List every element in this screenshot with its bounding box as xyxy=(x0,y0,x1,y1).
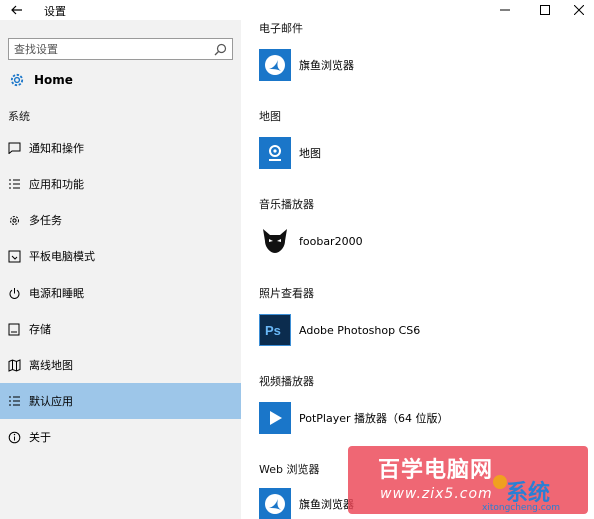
storage-icon xyxy=(7,322,21,336)
info-icon xyxy=(7,430,21,444)
watermark-title: 百学电脑网 xyxy=(378,458,494,483)
list-icon xyxy=(7,177,21,191)
svg-text:Ps: Ps xyxy=(265,323,281,338)
home-link[interactable]: Home xyxy=(8,68,73,92)
minimize-icon xyxy=(500,9,510,11)
search-input[interactable] xyxy=(9,39,209,59)
web-app-picker[interactable]: 旗鱼浏览器 xyxy=(259,488,354,519)
photoshop-icon: Ps xyxy=(259,314,291,346)
maps-app-name: 地图 xyxy=(299,147,321,160)
video-app-picker[interactable]: PotPlayer 播放器（64 位版） xyxy=(259,402,449,434)
sidebar-item-label: 平板电脑模式 xyxy=(29,250,95,263)
search-box[interactable] xyxy=(8,38,233,60)
sidebar: Home 系统 通知和操作 应用和功能 多任务 平板电脑模式 电源和睡眠 存储 … xyxy=(0,20,241,519)
sidebar-item-label: 电源和睡眠 xyxy=(29,287,84,300)
foobar-icon xyxy=(259,225,291,257)
watermark-badge-url: xitongcheng.com xyxy=(482,503,560,513)
category-maps-label: 地图 xyxy=(259,110,281,123)
close-icon xyxy=(574,5,584,15)
close-button[interactable] xyxy=(564,0,594,20)
category-web-label: Web 浏览器 xyxy=(259,463,320,476)
play-icon xyxy=(259,402,291,434)
message-icon xyxy=(7,141,21,155)
back-button[interactable] xyxy=(8,2,26,18)
map-icon xyxy=(7,358,21,372)
window-title: 设置 xyxy=(44,5,66,18)
home-label: Home xyxy=(34,73,73,87)
tablet-icon xyxy=(7,249,21,263)
default-apps-panel: 电子邮件 旗鱼浏览器 地图 地图 音乐播放器 foobar2000 照片查看器 … xyxy=(241,20,594,519)
sidebar-item-apps[interactable]: 应用和功能 xyxy=(0,166,241,202)
sidebar-item-label: 通知和操作 xyxy=(29,142,84,155)
sidebar-item-notifications[interactable]: 通知和操作 xyxy=(0,130,241,166)
photos-app-picker[interactable]: Ps Adobe Photoshop CS6 xyxy=(259,314,420,346)
title-bar: 设置 xyxy=(0,0,594,20)
watermark-url: www.zix5.com xyxy=(380,486,493,502)
sidebar-item-label: 离线地图 xyxy=(29,359,73,372)
search-icon[interactable] xyxy=(214,43,227,56)
email-app-picker[interactable]: 旗鱼浏览器 xyxy=(259,49,354,81)
web-app-name: 旗鱼浏览器 xyxy=(299,498,354,511)
gear-icon xyxy=(10,73,24,87)
back-arrow-icon xyxy=(11,5,22,15)
category-email-label: 电子邮件 xyxy=(259,22,303,35)
category-photos-label: 照片查看器 xyxy=(259,287,314,300)
sidebar-item-label: 存储 xyxy=(29,323,51,336)
multitask-icon xyxy=(7,213,21,227)
sidebar-item-label: 应用和功能 xyxy=(29,178,84,191)
photos-app-name: Adobe Photoshop CS6 xyxy=(299,323,421,337)
power-icon xyxy=(7,286,21,300)
browser-icon xyxy=(259,49,291,81)
sidebar-item-power[interactable]: 电源和睡眠 xyxy=(0,275,241,311)
category-music-label: 音乐播放器 xyxy=(259,198,314,211)
maps-app-icon xyxy=(259,137,291,169)
sidebar-item-default-apps[interactable]: 默认应用 xyxy=(0,383,241,419)
music-app-name: foobar2000 xyxy=(299,234,363,248)
maps-app-picker[interactable]: 地图 xyxy=(259,137,321,169)
sidebar-item-offline-maps[interactable]: 离线地图 xyxy=(0,347,241,383)
sidebar-item-about[interactable]: 关于 xyxy=(0,419,241,455)
section-label: 系统 xyxy=(8,110,30,123)
sidebar-item-multitasking[interactable]: 多任务 xyxy=(0,202,241,238)
maximize-icon xyxy=(540,5,550,15)
sidebar-item-label: 关于 xyxy=(29,431,51,444)
email-app-name: 旗鱼浏览器 xyxy=(299,59,354,72)
sidebar-item-label: 默认应用 xyxy=(29,395,73,408)
browser-icon xyxy=(259,488,291,519)
default-apps-icon xyxy=(7,394,21,408)
minimize-button[interactable] xyxy=(490,0,520,20)
video-app-name: PotPlayer 播放器（64 位版） xyxy=(299,412,449,425)
sidebar-item-label: 多任务 xyxy=(29,214,62,227)
sidebar-item-tablet-mode[interactable]: 平板电脑模式 xyxy=(0,238,241,274)
maximize-button[interactable] xyxy=(530,0,560,20)
music-app-picker[interactable]: foobar2000 xyxy=(259,225,363,257)
sidebar-item-storage[interactable]: 存储 xyxy=(0,311,241,347)
category-video-label: 视频播放器 xyxy=(259,375,314,388)
